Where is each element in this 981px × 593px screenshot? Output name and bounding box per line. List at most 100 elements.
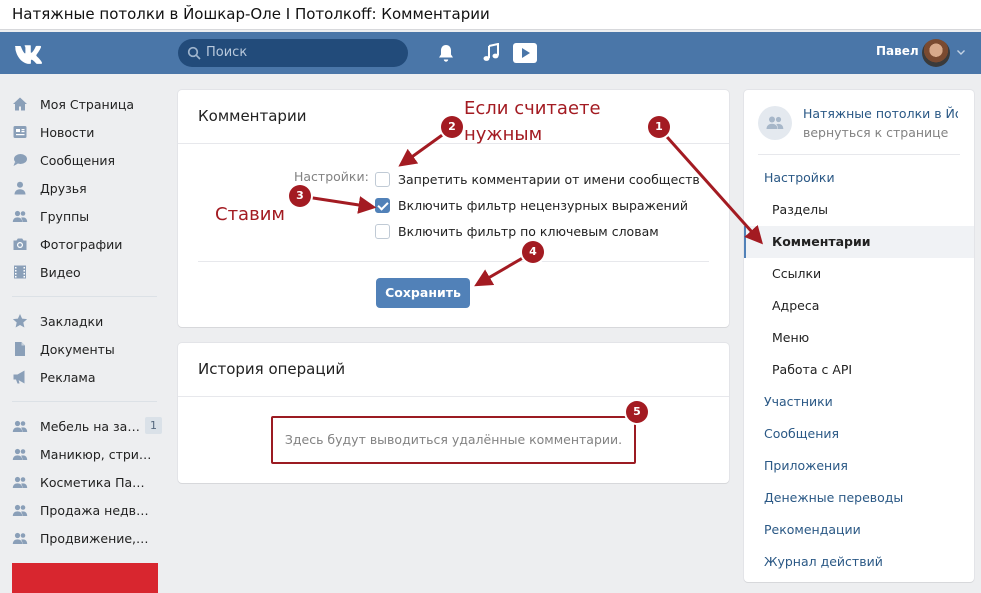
sidebar-item-label: Закладки bbox=[40, 313, 104, 329]
sidebar-item-label: Друзья bbox=[40, 180, 87, 196]
step-badge-1: 1 bbox=[648, 116, 670, 138]
sidebar-item-friends[interactable]: Друзья bbox=[12, 174, 162, 202]
search-input[interactable]: Поиск bbox=[178, 39, 408, 67]
sidebar-community-1[interactable]: Мебель на заказ 1 bbox=[12, 412, 162, 440]
step-badge-4: 4 bbox=[522, 241, 544, 263]
menu-item-api[interactable]: Работа с API bbox=[744, 354, 974, 386]
user-name[interactable]: Павел bbox=[876, 44, 919, 58]
sidebar-item-news[interactable]: Новости bbox=[12, 118, 162, 146]
sidebar-item-label: Фотографии bbox=[40, 236, 123, 252]
checkbox-box[interactable] bbox=[375, 171, 390, 187]
sidebar-community-5[interactable]: Продвижение, Ре... bbox=[12, 524, 162, 552]
camera-icon bbox=[13, 238, 27, 250]
menu-item-members[interactable]: Участники bbox=[744, 386, 974, 418]
sidebar-item-my-page[interactable]: Моя Страница bbox=[12, 90, 162, 118]
sidebar-item-documents[interactable]: Документы bbox=[12, 335, 162, 363]
checkbox-box-checked[interactable] bbox=[375, 197, 390, 213]
menu-item-settings[interactable]: Настройки bbox=[744, 162, 974, 194]
search-placeholder: Поиск bbox=[206, 45, 248, 60]
sidebar-divider bbox=[12, 296, 157, 297]
sidebar-community-2[interactable]: Маникюр, стрижка bbox=[12, 440, 162, 468]
groups-icon bbox=[12, 504, 28, 516]
sidebar-item-messages[interactable]: Сообщения bbox=[12, 146, 162, 174]
community-settings-menu: Натяжные потолки в Йошкар-Оле вернуться … bbox=[744, 90, 974, 582]
sidebar-item-label: Продажа недвижимости bbox=[40, 502, 152, 518]
sidebar-item-bookmarks[interactable]: Закладки bbox=[12, 307, 162, 335]
settings-label: Настройки: bbox=[294, 169, 369, 184]
sidebar-divider bbox=[12, 401, 157, 402]
community-avatar[interactable] bbox=[758, 106, 792, 140]
search-icon bbox=[187, 46, 201, 60]
groups-icon bbox=[12, 532, 28, 544]
step-badge-5: 5 bbox=[626, 401, 648, 423]
sidebar-community-4[interactable]: Продажа недвижимости bbox=[12, 496, 162, 524]
forbid-community-comments-checkbox[interactable]: Запретить комментарии от имени сообществ bbox=[375, 170, 700, 188]
sidebar-item-label: Сообщения bbox=[40, 152, 116, 168]
groups-icon bbox=[12, 210, 28, 222]
menu-divider bbox=[758, 154, 960, 155]
sidebar-item-label: Группы bbox=[40, 208, 90, 224]
sidebar-item-label: Моя Страница bbox=[40, 96, 134, 112]
back-to-page-link[interactable]: вернуться к странице bbox=[803, 125, 948, 140]
home-icon bbox=[13, 97, 27, 111]
video-icon bbox=[14, 265, 26, 279]
step-badge-2: 2 bbox=[441, 116, 463, 138]
menu-item-apps[interactable]: Приложения bbox=[744, 450, 974, 482]
community-name[interactable]: Натяжные потолки в Йошкар-Оле bbox=[803, 106, 958, 121]
card-divider bbox=[198, 261, 709, 262]
obscenity-filter-checkbox[interactable]: Включить фильтр нецензурных выражений bbox=[375, 196, 688, 214]
menu-item-action-log[interactable]: Журнал действий bbox=[744, 546, 974, 578]
menu-item-menu[interactable]: Меню bbox=[744, 322, 974, 354]
sidebar-item-groups[interactable]: Группы bbox=[12, 202, 162, 230]
window-title: Натяжные потолки в Йошкар-Оле I Потолкof… bbox=[0, 0, 981, 30]
vk-logo-icon[interactable] bbox=[12, 40, 46, 66]
save-button[interactable]: Сохранить bbox=[376, 278, 470, 308]
document-icon bbox=[15, 342, 25, 356]
messages-icon bbox=[13, 154, 27, 166]
sidebar-community-3[interactable]: Косметика Парфюмерия bbox=[12, 468, 162, 496]
sidebar-item-photos[interactable]: Фотографии bbox=[12, 230, 162, 258]
megaphone-icon bbox=[13, 370, 25, 384]
bell-icon[interactable] bbox=[437, 43, 455, 63]
menu-item-sections[interactable]: Разделы bbox=[744, 194, 974, 226]
history-empty-message: Здесь будут выводиться удалённые коммент… bbox=[271, 416, 636, 464]
menu-item-money-transfers[interactable]: Денежные переводы bbox=[744, 482, 974, 514]
sidebar-item-label: Видео bbox=[40, 264, 81, 280]
music-icon[interactable] bbox=[482, 43, 500, 63]
left-sidebar: Моя Страница Новости Сообщения Друзья Гр… bbox=[12, 90, 162, 552]
ad-banner-image[interactable] bbox=[12, 563, 158, 593]
menu-item-comments[interactable]: Комментарии bbox=[744, 226, 974, 258]
checkbox-label: Включить фильтр по ключевым словам bbox=[398, 223, 659, 239]
chevron-down-icon[interactable] bbox=[956, 47, 966, 57]
groups-icon bbox=[766, 116, 784, 129]
community-header[interactable]: Натяжные потолки в Йошкар-Оле вернуться … bbox=[758, 104, 958, 144]
checkbox-label: Запретить комментарии от имени сообществ bbox=[398, 171, 700, 187]
friends-icon bbox=[14, 181, 26, 195]
checkbox-box[interactable] bbox=[375, 223, 390, 239]
play-icon[interactable] bbox=[512, 42, 538, 64]
news-icon bbox=[13, 126, 27, 138]
sidebar-item-label: Реклама bbox=[40, 369, 96, 385]
notification-count: 1 bbox=[145, 417, 162, 434]
settings-menu-list: Настройки Разделы Комментарии Ссылки Адр… bbox=[744, 162, 974, 578]
menu-item-recommendations[interactable]: Рекомендации bbox=[744, 514, 974, 546]
checkbox-label: Включить фильтр нецензурных выражений bbox=[398, 197, 688, 213]
annotation-set: Ставим bbox=[215, 204, 285, 225]
annotation-text: Если считаете нужным bbox=[464, 98, 601, 145]
sidebar-item-label: Продвижение, Ре... bbox=[40, 530, 152, 546]
step-badge-3: 3 bbox=[289, 185, 311, 207]
sidebar-item-label: Маникюр, стрижка bbox=[40, 446, 152, 462]
groups-icon bbox=[12, 420, 28, 432]
sidebar-item-label: Новости bbox=[40, 124, 95, 140]
star-icon bbox=[12, 314, 28, 328]
menu-item-messages[interactable]: Сообщения bbox=[744, 418, 974, 450]
menu-item-addresses[interactable]: Адреса bbox=[744, 290, 974, 322]
menu-item-links[interactable]: Ссылки bbox=[744, 258, 974, 290]
keyword-filter-checkbox[interactable]: Включить фильтр по ключевым словам bbox=[375, 222, 659, 240]
sidebar-item-label: Документы bbox=[40, 341, 115, 357]
user-avatar[interactable] bbox=[922, 39, 950, 67]
sidebar-item-video[interactable]: Видео bbox=[12, 258, 162, 286]
card-title: История операций bbox=[178, 343, 729, 397]
sidebar-item-ads[interactable]: Реклама bbox=[12, 363, 162, 391]
sidebar-item-label: Косметика Парфюмерия bbox=[40, 474, 152, 490]
